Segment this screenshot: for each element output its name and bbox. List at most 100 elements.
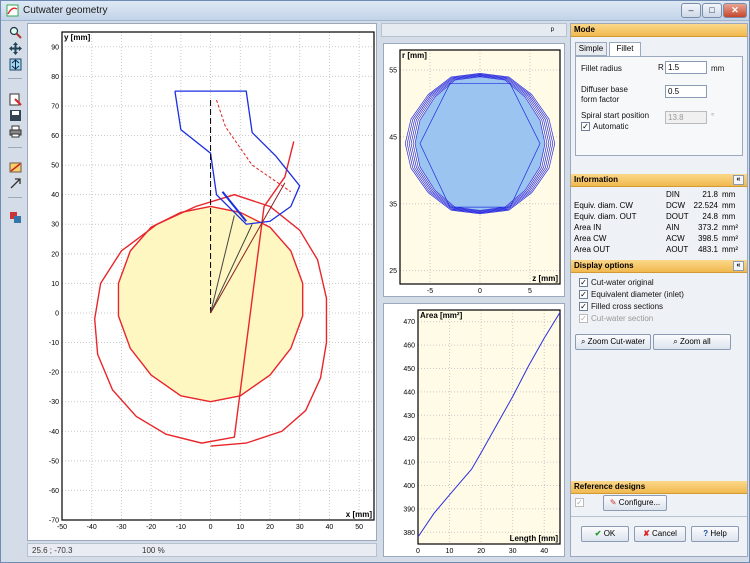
info-label: Equiv. diam. CW: [574, 201, 633, 210]
information-collapse-button[interactable]: «: [733, 175, 744, 185]
detail-header: ᵖ: [381, 23, 567, 37]
diffuser-label-line1: Diffuser base: [581, 85, 628, 94]
cross-section-chart: -50 -40 -30 -20 -10 0 10 20 30 40 50 -70 -60 -50 -40 -3…: [49, 31, 375, 531]
filled-sections-label: Filled cross sections: [591, 302, 664, 311]
y-tick-label: 25: [389, 268, 397, 275]
ok-button[interactable]: ✔ OK: [581, 526, 629, 542]
reference-checkbox[interactable]: ✓: [575, 498, 584, 507]
main-plot-area[interactable]: -50 -40 -30 -20 -10 0 10 20 30 40 50 -70 -60 -50 -40 -3…: [27, 23, 377, 541]
y-tick-label: 70: [51, 103, 59, 110]
window-title: Cutwater geometry: [23, 5, 108, 16]
automatic-label: Automatic: [593, 122, 629, 131]
spiral-start-label: Spiral start position: [581, 111, 650, 120]
arrow-icon[interactable]: [9, 177, 22, 190]
zoom-icon[interactable]: [9, 26, 22, 39]
information-row: Area IN AIN 373.2 mm²: [574, 223, 744, 233]
y-tick-label: 60: [51, 133, 59, 140]
information-row: Area CW ACW 398.5 mm²: [574, 234, 744, 244]
y-tick-label: 460: [403, 343, 415, 350]
y-tick-label: 40: [51, 192, 59, 199]
info-value: 373.2: [697, 223, 718, 232]
information-row: Area OUT AOUT 483.1 mm²: [574, 245, 744, 255]
information-row: Equiv. diam. CW DCW 22.524 mm: [574, 201, 744, 211]
x-tick-label: 50: [355, 524, 363, 531]
section-plot-area[interactable]: -5 0 5 25 35 45 55 r [mm] z [mm]: [383, 43, 565, 297]
fit-icon[interactable]: [9, 58, 22, 71]
spiral-start-unit: °: [711, 112, 715, 121]
x-axis-label: Length [mm]: [510, 534, 559, 543]
layers-icon[interactable]: [9, 211, 22, 224]
y-tick-label: 30: [51, 222, 59, 229]
tab-fillet[interactable]: Fillet: [609, 42, 641, 57]
display-options-collapse-button[interactable]: «: [733, 261, 744, 271]
information-row: DIN 21.8 mm: [574, 190, 744, 200]
display-options-title: Display options: [574, 261, 634, 270]
fillet-radius-input[interactable]: 1.5: [665, 61, 707, 74]
area-length-chart: 0 10 20 30 40 380 390 400 410 420 430 440 450 460 470 A…: [403, 309, 561, 555]
minimize-button[interactable]: –: [681, 3, 701, 18]
settings-icon[interactable]: [9, 161, 22, 174]
cancel-button[interactable]: ✘ Cancel: [634, 526, 686, 542]
y-tick-label: 390: [403, 506, 415, 513]
y-tick-label: 440: [403, 389, 415, 396]
information-header: Information «: [571, 174, 747, 187]
pin-icon[interactable]: ᵖ: [551, 25, 554, 35]
x-tick-label: 30: [509, 548, 517, 555]
y-tick-label: 430: [403, 413, 415, 420]
close-button[interactable]: ✕: [723, 3, 747, 18]
equivalent-diameter-checkbox[interactable]: ✓: [579, 290, 588, 299]
export-icon[interactable]: [9, 93, 22, 106]
x-tick-label: 40: [326, 524, 334, 531]
cutwater-section-checkbox[interactable]: ✓: [579, 314, 588, 323]
cross-icon: ✘: [643, 529, 653, 538]
cutwater-original-checkbox[interactable]: ✓: [579, 278, 588, 287]
x-axis-label: z [mm]: [532, 274, 558, 283]
save-icon[interactable]: [9, 109, 22, 122]
mode-title: Mode: [574, 25, 595, 34]
x-axis-label: x [mm]: [346, 510, 373, 519]
filled-sections-checkbox[interactable]: ✓: [579, 302, 588, 311]
y-tick-label: -30: [49, 399, 59, 406]
info-value: 483.1: [697, 245, 718, 254]
area-plot-area[interactable]: 0 10 20 30 40 380 390 400 410 420 430 440 450 460 470 A…: [383, 303, 565, 557]
ok-label: OK: [603, 529, 616, 538]
equivalent-diameter-label: Equivalent diameter (inlet): [591, 290, 684, 299]
y-tick-label: 400: [403, 483, 415, 490]
spiral-start-input[interactable]: 13.8: [665, 111, 707, 124]
automatic-checkbox[interactable]: ✓: [581, 122, 590, 131]
x-tick-label: -10: [176, 524, 186, 531]
fillet-radius-label: Fillet radius: [581, 64, 622, 73]
help-button[interactable]: ? Help: [691, 526, 739, 542]
fillet-radius-prefix: R: [658, 63, 664, 72]
cursor-coordinates: 25.6 ; -70.3: [32, 546, 73, 555]
pan-icon[interactable]: [9, 42, 22, 55]
info-unit: mm: [722, 190, 736, 199]
y-tick-label: -50: [49, 458, 59, 465]
x-tick-label: 30: [296, 524, 304, 531]
zoom-cutwater-button[interactable]: ⌕ Zoom Cut-water: [575, 334, 651, 350]
zoom-all-button[interactable]: ⌕ Zoom all: [653, 334, 731, 350]
y-tick-label: 45: [389, 134, 397, 141]
reference-designs-title: Reference designs: [574, 482, 646, 491]
y-tick-label: 420: [403, 436, 415, 443]
diffuser-input[interactable]: 0.5: [665, 85, 707, 98]
x-tick-label: -5: [427, 288, 433, 295]
settings-panel: Mode Simple Fillet Fillet radius R 1.5 m…: [570, 23, 748, 557]
maximize-button[interactable]: □: [702, 3, 722, 18]
zoom-cutwater-label: Zoom Cut-water: [587, 337, 646, 346]
print-icon[interactable]: [9, 125, 22, 138]
y-tick-label: 450: [403, 366, 415, 373]
configure-button[interactable]: ✎ Configure...: [603, 495, 667, 511]
x-tick-label: 20: [477, 548, 485, 555]
y-tick-label: 10: [51, 281, 59, 288]
tool-icon: ✎: [609, 498, 619, 507]
x-tick-label: 10: [236, 524, 244, 531]
tab-simple[interactable]: Simple: [575, 42, 607, 56]
y-axis-label: Area [mm²]: [420, 311, 463, 320]
info-value: 22.524: [693, 201, 718, 210]
cutwater-section-chart: -5 0 5 25 35 45 55 r [mm] z [mm]: [389, 49, 561, 295]
info-label: Area OUT: [574, 245, 611, 254]
x-tick-label: 0: [416, 548, 420, 555]
x-tick-label: 0: [478, 288, 482, 295]
info-unit: mm²: [722, 223, 738, 232]
